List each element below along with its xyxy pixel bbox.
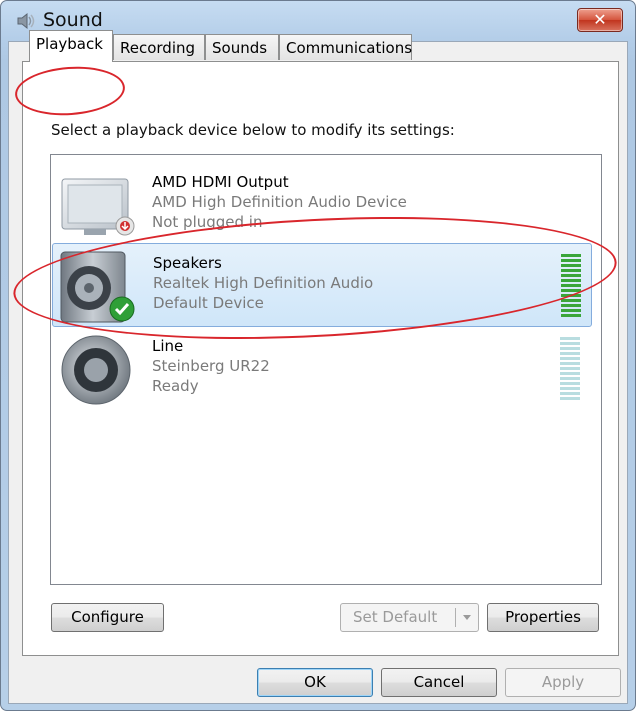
meter-bar [561, 254, 581, 257]
meter-bar [561, 259, 581, 262]
tab-label: Sounds [212, 39, 268, 57]
meter-bar [560, 362, 580, 365]
unplugged-badge-icon [115, 216, 135, 236]
meter-bar [561, 289, 581, 292]
instruction-text: Select a playback device below to modify… [51, 121, 455, 139]
meter-bar [560, 387, 580, 390]
meter-bar [561, 294, 581, 297]
meter-bar [561, 309, 581, 312]
sound-dialog: Sound ✕ Playback Recording Sounds Commun… [0, 0, 636, 711]
meter-bar [560, 392, 580, 395]
volume-meter [561, 254, 581, 319]
device-status: Not plugged in [152, 213, 263, 231]
meter-bar [560, 377, 580, 380]
tab-sounds[interactable]: Sounds [205, 34, 279, 60]
meter-bar [560, 382, 580, 385]
meter-bar [561, 264, 581, 267]
tab-label: Communications [286, 39, 413, 57]
meter-bar [560, 342, 580, 345]
button-label: Properties [505, 608, 581, 626]
button-label: Apply [541, 673, 585, 691]
ok-button[interactable]: OK [257, 668, 373, 697]
meter-bar [560, 357, 580, 360]
split-divider [455, 608, 456, 627]
meter-bar [561, 274, 581, 277]
chevron-down-icon[interactable] [462, 614, 472, 622]
configure-button[interactable]: Configure [51, 603, 164, 632]
apply-button[interactable]: Apply [505, 668, 621, 697]
tab-label: Recording [120, 39, 196, 57]
device-item-speakers[interactable]: Speakers Realtek High Definition Audio D… [52, 243, 592, 327]
meter-bar [560, 367, 580, 370]
device-driver: Realtek High Definition Audio [153, 274, 374, 292]
meter-bar [561, 314, 581, 317]
device-status: Ready [152, 377, 199, 395]
button-label: Set Default [353, 608, 438, 626]
meter-bar [561, 279, 581, 282]
tab-recording[interactable]: Recording [113, 34, 205, 60]
meter-bar [561, 269, 581, 272]
meter-bar [561, 299, 581, 302]
device-status: Default Device [153, 294, 264, 312]
properties-button[interactable]: Properties [487, 603, 599, 632]
close-button[interactable]: ✕ [577, 8, 623, 32]
speaker-icon [61, 335, 131, 405]
tab-playback[interactable]: Playback [29, 30, 113, 62]
device-name: Line [152, 337, 184, 355]
device-driver: Steinberg UR22 [152, 357, 270, 375]
meter-bar [560, 347, 580, 350]
button-label: Cancel [413, 673, 465, 691]
playback-device-list[interactable]: AMD HDMI Output AMD High Definition Audi… [50, 154, 602, 585]
meter-bar [560, 337, 580, 340]
window-title: Sound [43, 9, 103, 31]
button-label: Configure [71, 608, 144, 626]
device-item-line[interactable]: Line Steinberg UR22 Ready [52, 327, 592, 411]
button-label: OK [304, 673, 326, 691]
cancel-button[interactable]: Cancel [381, 668, 497, 697]
device-name: Speakers [153, 254, 222, 272]
tab-label: Playback [36, 35, 103, 53]
set-default-button[interactable]: Set Default [340, 603, 479, 632]
device-name: AMD HDMI Output [152, 173, 289, 191]
meter-bar [560, 397, 580, 400]
tab-communications[interactable]: Communications [279, 34, 412, 60]
device-item-amd-hdmi[interactable]: AMD HDMI Output AMD High Definition Audi… [52, 163, 592, 247]
meter-bar [560, 372, 580, 375]
close-icon: ✕ [593, 10, 607, 29]
default-checkmark-icon [109, 296, 135, 322]
meter-bar [560, 352, 580, 355]
meter-bar [561, 304, 581, 307]
sound-speaker-icon [17, 12, 35, 30]
meter-bar [561, 284, 581, 287]
device-driver: AMD High Definition Audio Device [152, 193, 407, 211]
volume-meter [560, 337, 580, 402]
